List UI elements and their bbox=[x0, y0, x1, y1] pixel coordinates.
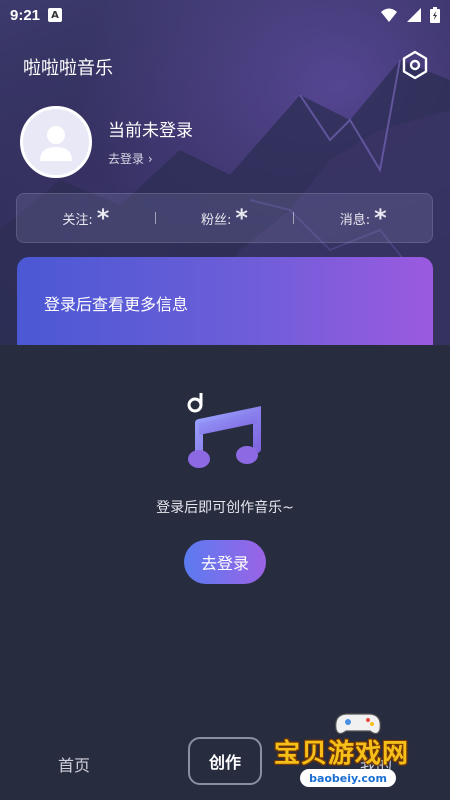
status-icons bbox=[380, 7, 440, 23]
chevron-right-icon: › bbox=[147, 152, 153, 166]
status-bar: 9:21 A bbox=[0, 0, 450, 30]
watermark-logo: 宝贝游戏网 baobeiy.com bbox=[270, 705, 448, 800]
battery-icon bbox=[430, 7, 440, 23]
hexagon-settings-icon[interactable] bbox=[400, 50, 430, 80]
nav-create-tab[interactable]: 创作 bbox=[188, 737, 262, 785]
stat-fans[interactable]: 粉丝: * bbox=[156, 204, 294, 232]
music-note-icon bbox=[187, 393, 261, 468]
app-title: 啦啦啦音乐 bbox=[23, 58, 113, 79]
stat-messages-value: * bbox=[374, 204, 387, 232]
watermark-url: baobeiy.com bbox=[300, 769, 396, 787]
login-status-text: 当前未登录 bbox=[108, 121, 193, 141]
user-avatar-icon bbox=[40, 126, 72, 161]
user-avatar[interactable] bbox=[20, 106, 92, 178]
signal-icon bbox=[407, 8, 421, 22]
go-login-link[interactable]: 去登录 › bbox=[108, 150, 153, 167]
stats-bar: 关注: * 粉丝: * 消息: * bbox=[16, 193, 433, 243]
stat-fans-value: * bbox=[235, 204, 248, 232]
stat-messages-label: 消息: bbox=[339, 212, 371, 228]
stat-following-value: * bbox=[96, 204, 110, 232]
wifi-icon bbox=[381, 8, 397, 22]
watermark-brand-text: 宝贝游戏网 bbox=[274, 739, 410, 769]
notification-a-icon: A bbox=[48, 8, 63, 22]
empty-state-text: 登录后即可创作音乐~ bbox=[156, 500, 294, 516]
promo-card[interactable]: 登录后查看更多信息 bbox=[17, 257, 433, 347]
go-login-link-label: 去登录 bbox=[108, 152, 145, 166]
stat-fans-label: 粉丝: bbox=[201, 212, 232, 228]
promo-text: 登录后查看更多信息 bbox=[44, 295, 189, 314]
stat-messages[interactable]: 消息: * bbox=[294, 204, 432, 232]
status-time: 9:21 bbox=[10, 6, 41, 24]
login-button[interactable]: 去登录 bbox=[184, 540, 266, 584]
nav-home-tab[interactable]: 首页 bbox=[58, 752, 90, 776]
stat-following[interactable]: 关注: * bbox=[17, 204, 155, 232]
stat-following-label: 关注: bbox=[62, 212, 93, 228]
